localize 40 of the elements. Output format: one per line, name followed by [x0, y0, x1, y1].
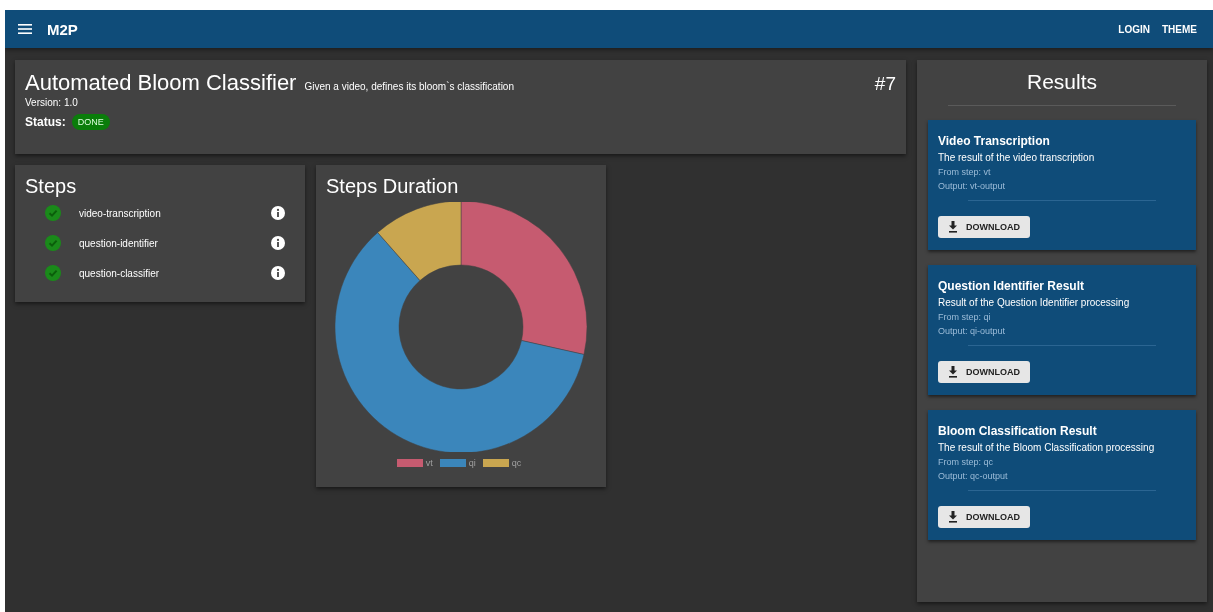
result-title: Question Identifier Result	[938, 279, 1085, 293]
step-name: question-identifier	[79, 237, 158, 249]
result-title: Video Transcription	[938, 134, 1051, 148]
results-title: Results	[1026, 70, 1098, 94]
chart-title: Steps Duration	[326, 175, 459, 198]
job-number: #7	[874, 73, 896, 95]
status-label: Status:	[25, 115, 66, 129]
steps-title: Steps	[25, 175, 78, 198]
legend-label: vt	[425, 458, 433, 468]
result-step: From step: qi	[938, 312, 1186, 322]
step-name: video-transcription	[79, 207, 161, 219]
result-description: Result of the Question Identifier processing	[938, 297, 1131, 308]
info-icon[interactable]	[271, 266, 285, 280]
result-step: From step: vt	[938, 167, 1186, 177]
result-description: The result of the video transcription	[938, 152, 1096, 163]
download-button[interactable]: DOWNLOAD	[938, 361, 1030, 383]
download-button[interactable]: DOWNLOAD	[938, 506, 1030, 528]
result-title: Bloom Classification Result	[938, 424, 1098, 438]
legend-label: qc	[511, 458, 522, 468]
download-icon	[948, 511, 958, 523]
result-step: From step: qc	[938, 457, 1186, 467]
job-description: Given a video, defines its bloom`s classification	[304, 81, 514, 92]
step-name: question-classifier	[79, 267, 160, 279]
download-button[interactable]: DOWNLOAD	[938, 216, 1030, 238]
result-output: Output: qi-output	[938, 326, 1007, 336]
version-text: Version: 1.0	[25, 97, 79, 108]
legend-label: qi	[468, 458, 476, 468]
nav-button[interactable]: LOGIN	[1112, 19, 1156, 39]
menu-icon[interactable]	[18, 24, 32, 34]
info-icon[interactable]	[271, 236, 285, 250]
result-description: The result of the Bloom Classification processing	[938, 442, 1156, 453]
status-chip: DONE	[71, 114, 110, 130]
download-icon	[948, 366, 958, 378]
result-output: Output: vt-output	[938, 181, 1007, 191]
result-output: Output: qc-output	[938, 471, 1009, 481]
job-title: Automated Bloom Classifier	[25, 70, 297, 96]
download-icon	[948, 221, 958, 233]
nav-button[interactable]: THEME	[1156, 19, 1203, 39]
app-title: M2P	[47, 20, 78, 38]
info-icon[interactable]	[271, 206, 285, 220]
